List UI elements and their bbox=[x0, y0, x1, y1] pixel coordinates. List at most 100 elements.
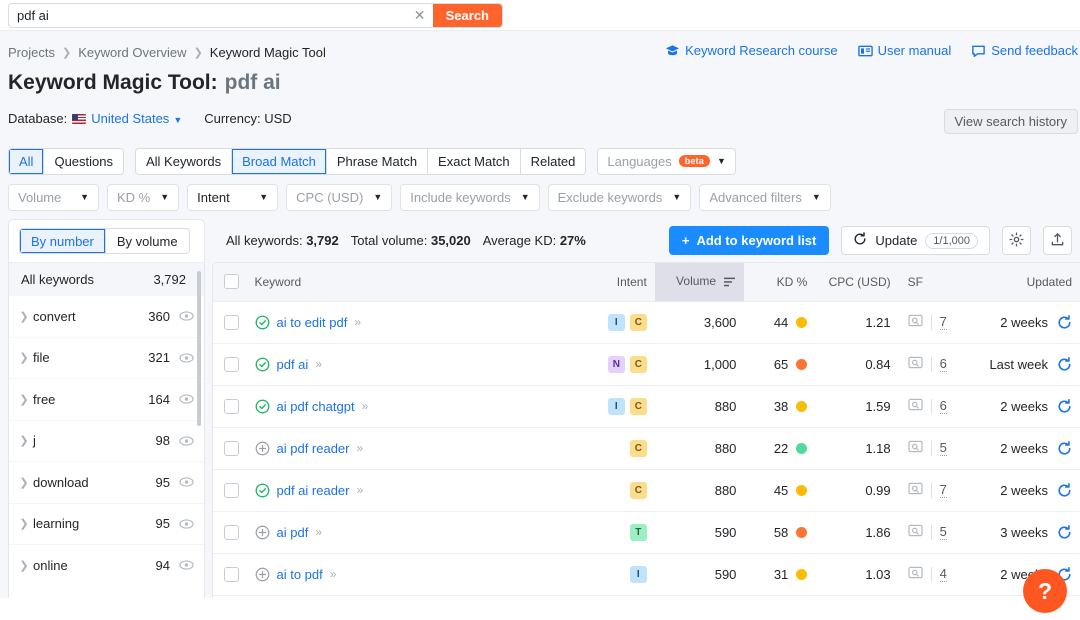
sf-value[interactable]: 7 bbox=[939, 314, 947, 330]
table-row[interactable]: pdf ai » N C 1,000 65 0.84 6 Last week bbox=[213, 343, 1080, 385]
keyword-link[interactable]: ai to pdf bbox=[277, 567, 323, 582]
group-row[interactable]: ❯ online 94 bbox=[9, 544, 204, 586]
group-row[interactable]: ❯ download 95 bbox=[9, 461, 204, 503]
tab-phrase-match[interactable]: Phrase Match bbox=[326, 148, 429, 174]
header-sf[interactable]: SF bbox=[898, 263, 972, 302]
sf-value[interactable]: 5 bbox=[939, 440, 947, 456]
refresh-keyword-icon[interactable] bbox=[1057, 398, 1072, 414]
filter-cpc[interactable]: CPC (USD) ▼ bbox=[286, 183, 393, 211]
group-row[interactable]: ❯ free 164 bbox=[9, 378, 204, 420]
row-select-cell[interactable] bbox=[213, 511, 251, 553]
serp-features-icon[interactable] bbox=[908, 524, 923, 540]
table-row[interactable]: pdf ai reader » C 880 45 0.99 7 2 weeks bbox=[213, 469, 1080, 511]
tab-exact-match[interactable]: Exact Match bbox=[428, 148, 521, 174]
database-selector[interactable]: Database: United States ▼ bbox=[8, 111, 182, 126]
header-volume[interactable]: Volume bbox=[654, 263, 745, 302]
keyword-added-icon[interactable] bbox=[255, 315, 270, 330]
keyword-expand-icon[interactable]: » bbox=[315, 525, 322, 539]
tab-questions[interactable]: Questions bbox=[44, 148, 123, 174]
group-row[interactable]: ❯ j 98 bbox=[9, 419, 204, 462]
table-row[interactable]: ai to pdf» I 590 31 1.03 4 2 weeks bbox=[213, 553, 1080, 595]
refresh-keyword-icon[interactable] bbox=[1057, 314, 1072, 330]
header-kd[interactable]: KD % bbox=[744, 263, 816, 302]
eye-icon[interactable] bbox=[179, 518, 194, 530]
keyword-link[interactable]: pdf ai bbox=[277, 357, 309, 372]
refresh-keyword-icon[interactable] bbox=[1057, 482, 1072, 498]
chevron-right-icon[interactable]: ❯ bbox=[15, 434, 33, 447]
chevron-right-icon[interactable]: ❯ bbox=[15, 559, 33, 572]
serp-features-icon[interactable] bbox=[908, 314, 923, 330]
table-row[interactable]: ai pdf » T 590 58 1.86 5 3 weeks bbox=[213, 511, 1080, 553]
tab-broad-match[interactable]: Broad Match bbox=[232, 148, 327, 174]
keyword-added-icon[interactable] bbox=[255, 399, 270, 414]
eye-icon[interactable] bbox=[179, 559, 194, 571]
header-updated[interactable]: Updated bbox=[971, 263, 1080, 302]
header-cpc[interactable]: CPC (USD) bbox=[815, 263, 899, 302]
row-select-cell[interactable] bbox=[213, 469, 251, 511]
chevron-right-icon[interactable]: ❯ bbox=[15, 517, 33, 530]
table-settings-button[interactable] bbox=[1002, 226, 1031, 255]
group-list-scrollbar[interactable] bbox=[197, 271, 201, 426]
chevron-right-icon[interactable]: ❯ bbox=[15, 393, 33, 406]
intent-badge-c[interactable]: C bbox=[629, 481, 647, 499]
filter-exclude-keywords[interactable]: Exclude keywords ▼ bbox=[547, 183, 692, 211]
intent-badge-i[interactable]: I bbox=[607, 397, 625, 415]
keyword-link[interactable]: pdf ai reader bbox=[277, 483, 350, 498]
filter-volume[interactable]: Volume ▼ bbox=[8, 183, 99, 211]
eye-icon[interactable] bbox=[179, 352, 194, 364]
chevron-down-icon[interactable]: ▼ bbox=[173, 115, 182, 125]
search-input[interactable] bbox=[9, 3, 407, 27]
chevron-right-icon[interactable]: ❯ bbox=[15, 476, 33, 489]
row-checkbox[interactable] bbox=[224, 567, 240, 583]
keyword-expand-icon[interactable]: » bbox=[315, 357, 322, 371]
row-select-cell[interactable] bbox=[213, 301, 251, 343]
table-row[interactable]: ai pdf reader » C 880 22 1.18 5 2 weeks bbox=[213, 427, 1080, 469]
keyword-expand-icon[interactable]: » bbox=[357, 441, 364, 455]
row-checkbox[interactable] bbox=[224, 483, 240, 499]
intent-badge-i[interactable]: I bbox=[629, 565, 647, 583]
serp-features-icon[interactable] bbox=[908, 398, 923, 414]
row-checkbox[interactable] bbox=[224, 399, 240, 415]
update-button[interactable]: Update 1/1,000 bbox=[841, 226, 990, 255]
toggle-by-number[interactable]: By number bbox=[20, 229, 106, 253]
sf-value[interactable]: 4 bbox=[939, 566, 947, 582]
search-field-wrapper[interactable]: ✕ Search bbox=[8, 2, 503, 28]
export-button[interactable] bbox=[1043, 226, 1072, 255]
keyword-expand-icon[interactable]: » bbox=[354, 315, 361, 329]
help-button[interactable]: ? bbox=[1023, 569, 1067, 613]
intent-badge-n[interactable]: N bbox=[607, 355, 625, 373]
chevron-right-icon[interactable]: ❯ bbox=[15, 351, 33, 364]
serp-features-icon[interactable] bbox=[908, 440, 923, 456]
keyword-expand-icon[interactable]: » bbox=[357, 483, 364, 497]
breadcrumb-item-projects[interactable]: Projects bbox=[8, 45, 55, 60]
sf-value[interactable]: 5 bbox=[939, 524, 947, 540]
add-keyword-icon[interactable] bbox=[255, 525, 270, 540]
sf-value[interactable]: 7 bbox=[939, 482, 947, 498]
keyword-link[interactable]: ai to edit pdf bbox=[277, 315, 348, 330]
tab-all-keywords[interactable]: All Keywords bbox=[136, 148, 233, 174]
keyword-expand-icon[interactable]: » bbox=[330, 567, 337, 581]
send-feedback-link[interactable]: Send feedback bbox=[971, 43, 1078, 58]
breadcrumb-item-keyword-overview[interactable]: Keyword Overview bbox=[78, 45, 186, 60]
eye-icon[interactable] bbox=[179, 310, 194, 322]
header-intent[interactable]: Intent bbox=[573, 263, 655, 302]
filter-advanced[interactable]: Advanced filters ▼ bbox=[699, 183, 831, 211]
table-row[interactable]: ai to edit pdf » I C 3,600 44 1.21 7 2 weeks bbox=[213, 301, 1080, 343]
filter-intent[interactable]: Intent ▼ bbox=[187, 183, 279, 211]
chevron-right-icon[interactable]: ❯ bbox=[15, 310, 33, 323]
refresh-keyword-icon[interactable] bbox=[1057, 356, 1072, 372]
header-keyword[interactable]: Keyword bbox=[250, 263, 574, 302]
user-manual-link[interactable]: User manual bbox=[857, 43, 951, 58]
languages-dropdown[interactable]: Languages beta ▼ bbox=[597, 147, 736, 175]
keyword-added-icon[interactable] bbox=[255, 357, 270, 372]
sf-value[interactable]: 6 bbox=[939, 398, 947, 414]
group-row[interactable]: ❯ convert 360 bbox=[9, 295, 204, 337]
intent-badge-c[interactable]: C bbox=[629, 313, 647, 331]
keyword-link[interactable]: ai pdf bbox=[277, 525, 309, 540]
database-country[interactable]: United States bbox=[91, 111, 169, 126]
intent-badge-c[interactable]: C bbox=[629, 397, 647, 415]
row-select-cell[interactable] bbox=[213, 385, 251, 427]
intent-badge-t[interactable]: T bbox=[629, 523, 647, 541]
intent-badge-c[interactable]: C bbox=[629, 355, 647, 373]
group-row[interactable]: ❯ learning 95 bbox=[9, 502, 204, 545]
